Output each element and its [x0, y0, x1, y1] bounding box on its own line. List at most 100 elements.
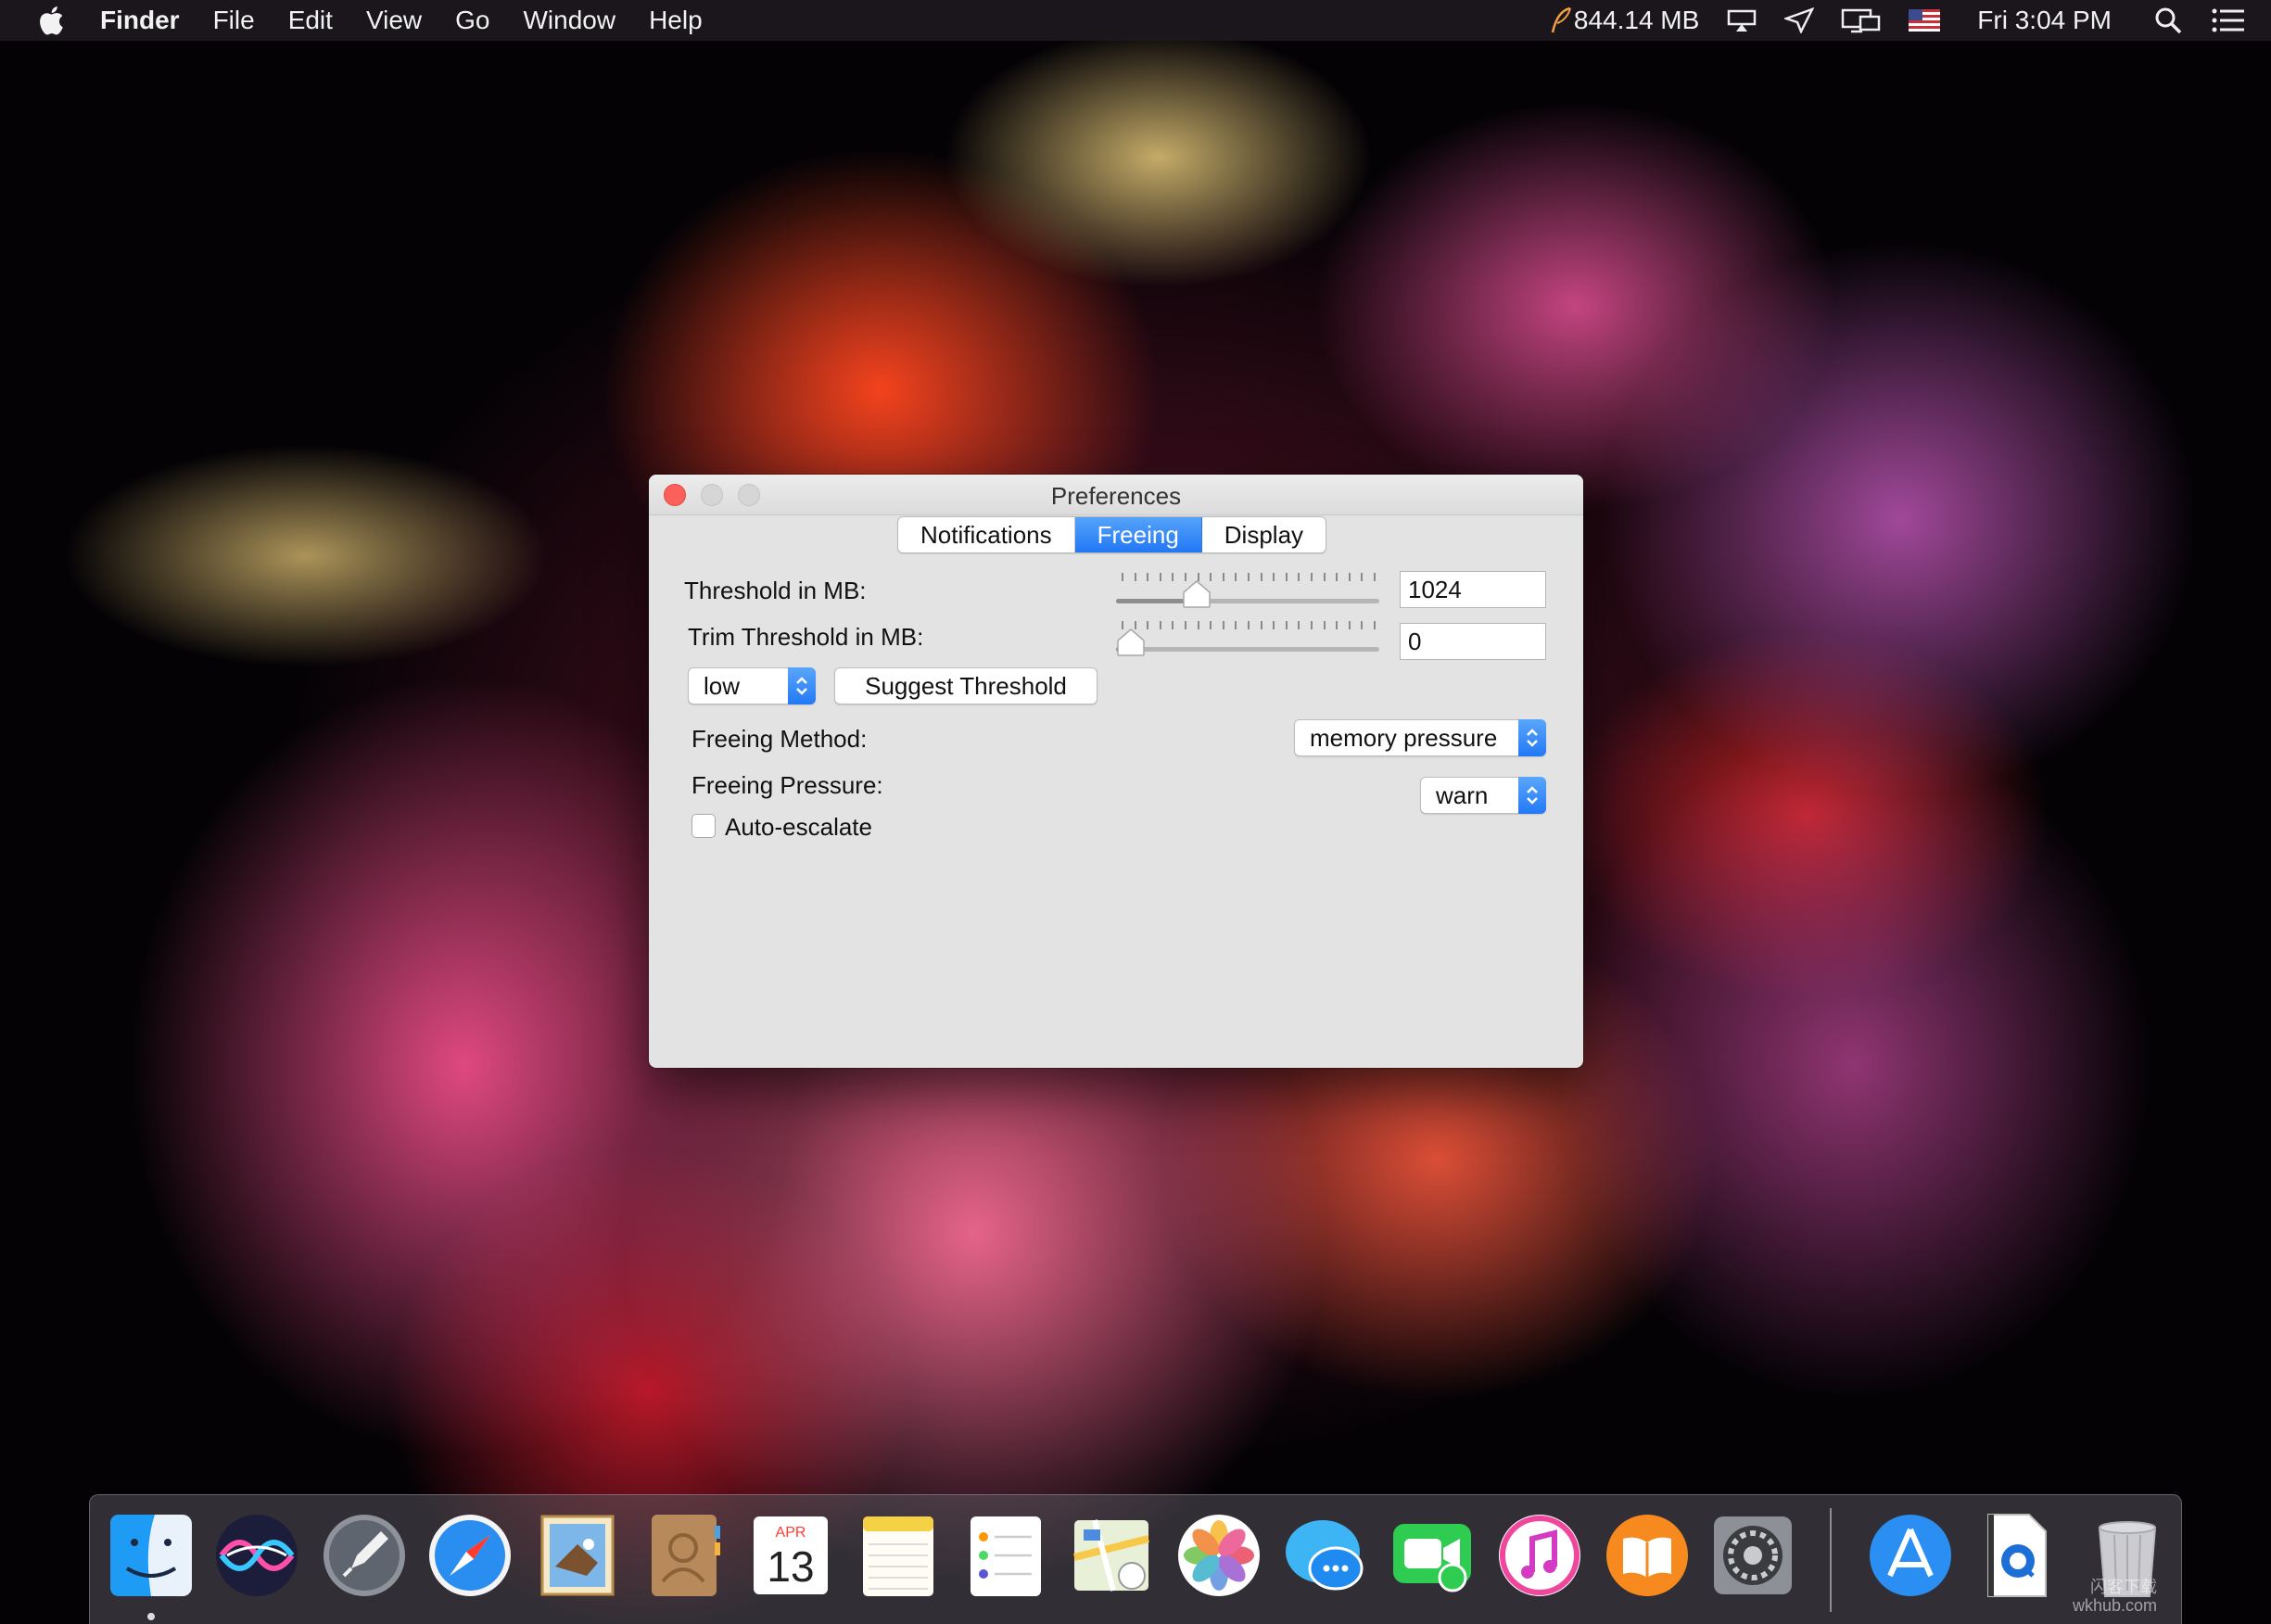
tab-bar: Notifications Freeing Display [897, 516, 1327, 553]
menu-bar: Finder File Edit View Go Window Help 844… [0, 0, 2271, 41]
slider-tick [1160, 621, 1161, 629]
notification-center-icon[interactable] [2212, 8, 2245, 32]
finder-running-indicator [147, 1613, 155, 1620]
apple-menu-icon[interactable] [35, 3, 70, 38]
memory-status-item[interactable]: 844.14 MB [1550, 6, 1699, 35]
level-popup[interactable]: low [688, 667, 816, 704]
threshold-field[interactable] [1400, 571, 1546, 608]
spotlight-icon[interactable] [2154, 6, 2182, 34]
dock-mail-icon[interactable] [533, 1511, 622, 1600]
dock-launchpad-icon[interactable] [320, 1511, 409, 1600]
slider-tick [1286, 573, 1288, 581]
menu-view[interactable]: View [366, 6, 422, 35]
slider-tick [1286, 621, 1288, 629]
calendar-month-text: APR [776, 1525, 806, 1541]
dock-photos-icon[interactable] [1174, 1511, 1263, 1600]
dock-itunes-icon[interactable] [1495, 1511, 1584, 1600]
slider-tick [1235, 573, 1237, 581]
slider-tick [1298, 621, 1300, 629]
chevron-updown-icon [1518, 719, 1546, 756]
slider-tick [1311, 621, 1313, 629]
dock-siri-icon[interactable] [212, 1511, 301, 1600]
slider-tick [1349, 621, 1351, 629]
freeing-method-label: Freeing Method: [691, 725, 868, 753]
watermark: 闪客下载 wkhub.com [2073, 1578, 2157, 1615]
dock-app-store-icon[interactable] [1866, 1511, 1955, 1600]
slider-tick [1374, 621, 1376, 629]
chevron-updown-icon [1518, 777, 1546, 814]
dock-contacts-icon[interactable] [641, 1511, 730, 1600]
freeing-pressure-value: warn [1436, 781, 1489, 809]
dock-reminders-icon[interactable] [961, 1511, 1050, 1600]
slider-tick [1261, 573, 1262, 581]
threshold-label: Threshold in MB: [684, 577, 867, 604]
display-mirroring-icon[interactable] [1840, 7, 1883, 33]
trim-threshold-field[interactable] [1400, 623, 1546, 660]
freeing-method-popup[interactable]: memory pressure [1294, 719, 1546, 756]
level-popup-value: low [704, 672, 741, 700]
trim-threshold-slider-knob[interactable] [1116, 628, 1146, 656]
dock-maps-icon[interactable] [1067, 1511, 1156, 1600]
dock-quicktime-document-icon[interactable] [1972, 1511, 2061, 1600]
slider-tick [1248, 621, 1250, 629]
window-title: Preferences [1050, 482, 1182, 510]
status-area: 844.14 MB Fri 3:04 PM [1524, 0, 2271, 41]
menu-go[interactable]: Go [455, 6, 489, 35]
airdrop-status-icon[interactable] [1725, 7, 1758, 33]
dock-messages-icon[interactable] [1282, 1511, 1371, 1600]
tab-notifications[interactable]: Notifications [898, 517, 1075, 552]
calendar-day-text: 13 [767, 1542, 814, 1591]
threshold-slider-knob[interactable] [1182, 580, 1212, 608]
slider-tick [1361, 621, 1363, 629]
slider-tick [1336, 621, 1338, 629]
slider-tick [1324, 621, 1326, 629]
slider-tick [1361, 573, 1363, 581]
slider-tick [1298, 573, 1300, 581]
slider-tick [1336, 573, 1338, 581]
menu-edit[interactable]: Edit [288, 6, 333, 35]
input-source-flag-icon[interactable] [1909, 9, 1941, 32]
tab-freeing[interactable]: Freeing [1074, 517, 1202, 552]
slider-tick [1147, 573, 1148, 581]
chevron-updown-icon [788, 667, 816, 704]
slider-tick [1210, 621, 1212, 629]
slider-tick [1172, 621, 1174, 629]
feather-icon [1551, 6, 1571, 33]
menu-file[interactable]: File [213, 6, 255, 35]
menu-window[interactable]: Window [523, 6, 615, 35]
slider-tick [1273, 573, 1275, 581]
slider-tick [1311, 573, 1313, 581]
menu-help[interactable]: Help [649, 6, 703, 35]
slider-tick [1160, 573, 1161, 581]
auto-escalate-checkbox[interactable] [691, 814, 716, 838]
watermark-line-1: 闪客下载 [2090, 1578, 2157, 1596]
dock-ibooks-icon[interactable] [1603, 1511, 1692, 1600]
menu-app-finder[interactable]: Finder [100, 6, 180, 35]
dock-finder-icon[interactable] [107, 1511, 196, 1600]
slider-tick [1261, 621, 1262, 629]
slider-tick [1273, 621, 1275, 629]
dock-separator [1830, 1508, 1832, 1612]
trim-threshold-slider[interactable] [1116, 621, 1379, 658]
slider-tick [1349, 573, 1351, 581]
tab-display[interactable]: Display [1202, 517, 1326, 552]
slider-tick [1235, 621, 1237, 629]
send-status-icon[interactable] [1784, 7, 1815, 33]
window-titlebar[interactable]: Preferences [649, 475, 1583, 515]
dock-calendar-icon[interactable]: APR 13 [746, 1511, 835, 1600]
dock-notes-icon[interactable] [854, 1511, 943, 1600]
threshold-slider[interactable] [1116, 573, 1379, 610]
slider-tick [1135, 573, 1136, 581]
dock-safari-icon[interactable] [425, 1511, 514, 1600]
dock-system-preferences-icon[interactable] [1708, 1511, 1797, 1600]
slider-tick [1198, 621, 1199, 629]
slider-tick [1374, 573, 1376, 581]
slider-tick [1223, 573, 1224, 581]
memory-readout: 844.14 MB [1573, 6, 1700, 34]
slider-tick [1147, 621, 1148, 629]
suggest-threshold-button[interactable]: Suggest Threshold [834, 667, 1097, 704]
freeing-pressure-popup[interactable]: warn [1420, 777, 1546, 814]
clock[interactable]: Fri 3:04 PM [1977, 6, 2112, 35]
dock-facetime-icon[interactable] [1388, 1511, 1477, 1600]
slider-tick [1223, 621, 1224, 629]
